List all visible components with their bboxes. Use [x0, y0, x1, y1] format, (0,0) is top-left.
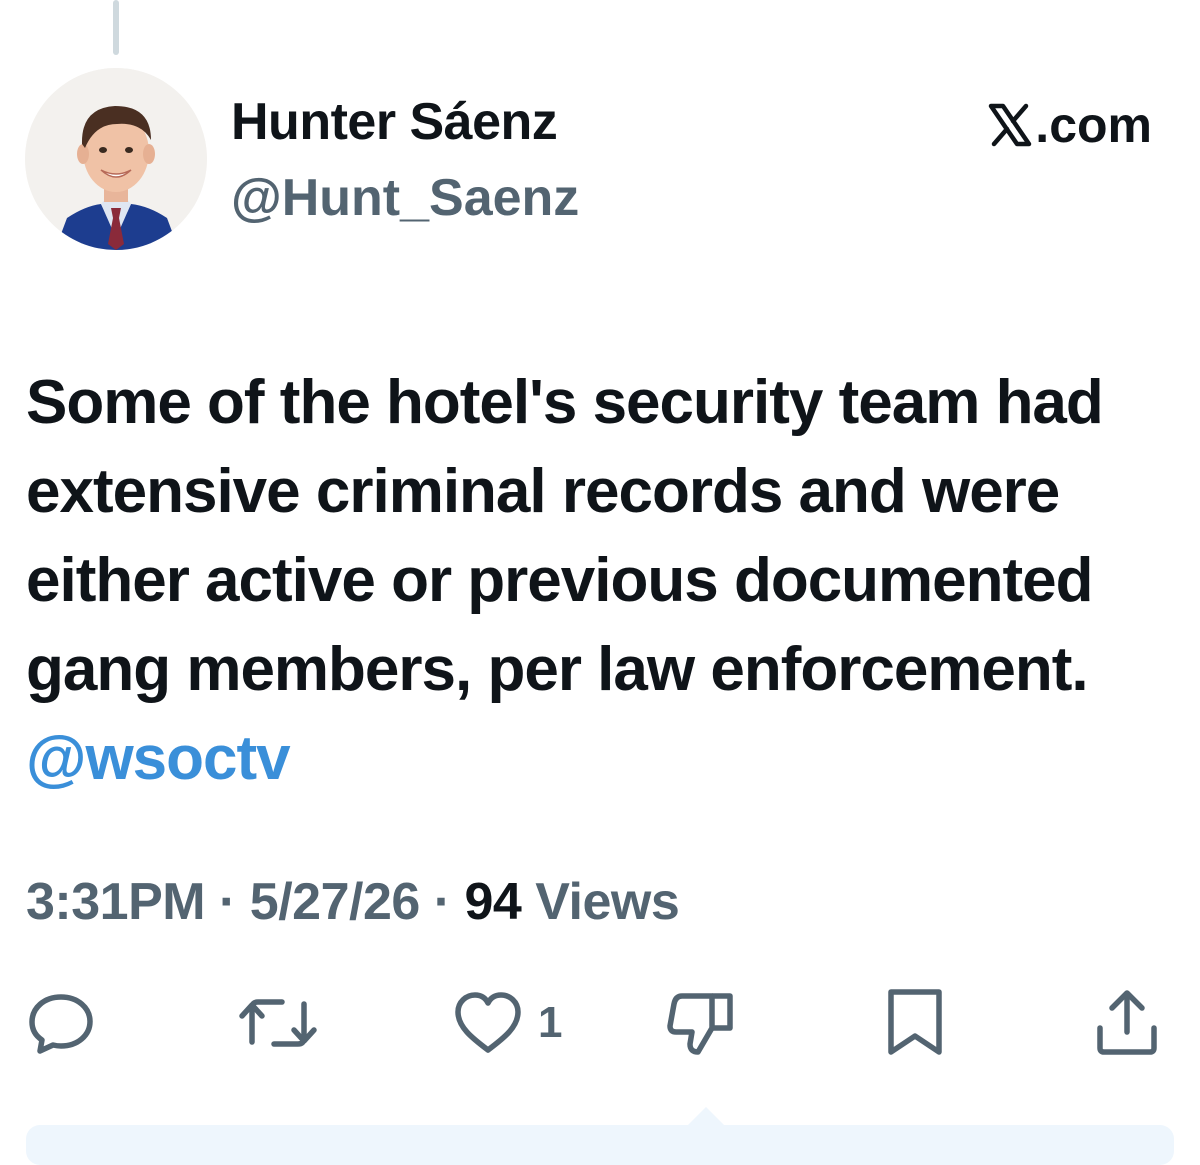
meta-separator: ·	[419, 873, 465, 931]
reply-button[interactable]	[26, 988, 96, 1058]
retweet-button[interactable]	[238, 988, 318, 1058]
bookmark-icon	[888, 989, 942, 1055]
thread-connector-line	[113, 0, 119, 55]
x-logo-icon	[989, 103, 1032, 147]
tweet-body: Some of the hotel's security team had ex…	[26, 358, 1176, 803]
share-button[interactable]	[1092, 988, 1162, 1058]
tweet-metadata: 3:31PM · 5/27/26 · 94 Views	[26, 872, 680, 932]
author-handle[interactable]: @Hunt_Saenz	[231, 168, 579, 228]
site-label[interactable]: .com	[987, 96, 1152, 154]
tweet-text: Some of the hotel's security team had ex…	[26, 368, 1104, 704]
tweet-time[interactable]: 3:31PM	[26, 873, 206, 931]
heart-icon	[455, 992, 521, 1053]
reply-panel-caret	[688, 1107, 724, 1125]
dislike-button[interactable]	[664, 988, 736, 1058]
speech-bubble-icon	[29, 994, 93, 1054]
tweet-date[interactable]: 5/27/26	[250, 873, 421, 931]
like-button[interactable]: 1	[452, 988, 562, 1058]
share-upload-icon	[1097, 990, 1157, 1055]
meta-separator: ·	[205, 873, 250, 931]
retweet-arrows-icon	[239, 999, 317, 1047]
action-bar: 1	[0, 988, 1200, 1058]
like-count: 1	[538, 998, 563, 1047]
mention-link[interactable]: @wsoctv	[26, 724, 291, 793]
views-label: Views	[521, 873, 680, 931]
author-display-name[interactable]: Hunter Sáenz	[231, 92, 558, 152]
views-count: 94	[464, 873, 522, 931]
avatar[interactable]	[25, 68, 207, 250]
avatar-portrait-image	[25, 68, 207, 250]
site-domain-text: .com	[1035, 97, 1152, 153]
reply-panel	[26, 1125, 1174, 1165]
thumbs-down-icon	[667, 993, 733, 1055]
bookmark-button[interactable]	[880, 988, 950, 1058]
